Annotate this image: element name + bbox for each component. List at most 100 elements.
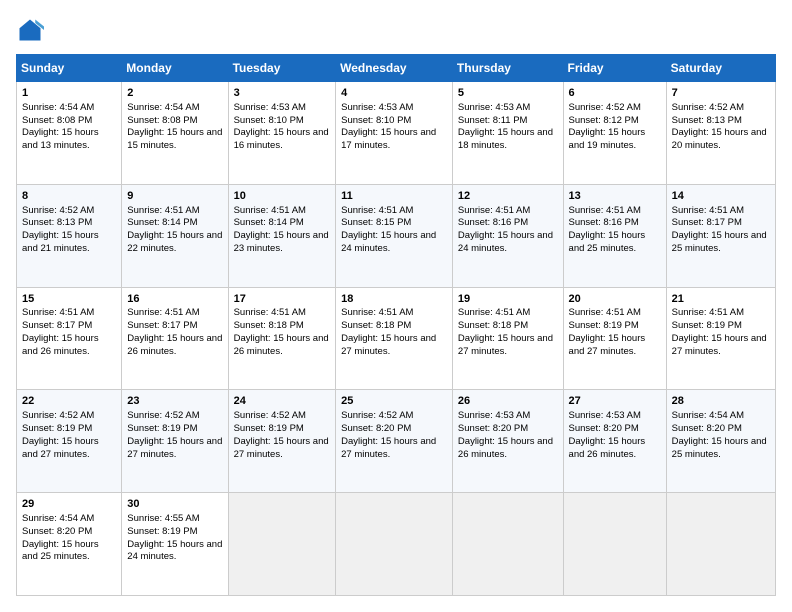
day-number: 5: [458, 86, 558, 101]
daylight: Daylight: 15 hours and 27 minutes.: [341, 436, 436, 460]
day-number: 1: [22, 86, 116, 101]
sunset: Sunset: 8:18 PM: [341, 320, 411, 331]
sunrise: Sunrise: 4:52 AM: [672, 102, 744, 113]
sunrise: Sunrise: 4:55 AM: [127, 513, 199, 524]
day-number: 26: [458, 394, 558, 409]
daylight: Daylight: 15 hours and 23 minutes.: [234, 230, 329, 254]
daylight: Daylight: 15 hours and 13 minutes.: [22, 127, 99, 151]
header: [16, 16, 776, 44]
day-number: 10: [234, 189, 331, 204]
day-number: 2: [127, 86, 222, 101]
sunrise: Sunrise: 4:54 AM: [127, 102, 199, 113]
calendar-table: SundayMondayTuesdayWednesdayThursdayFrid…: [16, 54, 776, 596]
day-number: 24: [234, 394, 331, 409]
sunrise: Sunrise: 4:51 AM: [234, 205, 306, 216]
col-header-saturday: Saturday: [666, 55, 775, 82]
calendar-cell: 19Sunrise: 4:51 AMSunset: 8:18 PMDayligh…: [452, 287, 563, 390]
col-header-tuesday: Tuesday: [228, 55, 336, 82]
calendar-cell: 14Sunrise: 4:51 AMSunset: 8:17 PMDayligh…: [666, 184, 775, 287]
day-number: 13: [569, 189, 661, 204]
sunrise: Sunrise: 4:52 AM: [22, 205, 94, 216]
calendar-cell: 4Sunrise: 4:53 AMSunset: 8:10 PMDaylight…: [336, 82, 453, 185]
sunrise: Sunrise: 4:53 AM: [341, 102, 413, 113]
col-header-sunday: Sunday: [17, 55, 122, 82]
sunrise: Sunrise: 4:52 AM: [234, 410, 306, 421]
daylight: Daylight: 15 hours and 24 minutes.: [127, 539, 222, 563]
sunrise: Sunrise: 4:53 AM: [569, 410, 641, 421]
daylight: Daylight: 15 hours and 26 minutes.: [234, 333, 329, 357]
calendar-cell: 29Sunrise: 4:54 AMSunset: 8:20 PMDayligh…: [17, 493, 122, 596]
daylight: Daylight: 15 hours and 27 minutes.: [458, 333, 553, 357]
daylight: Daylight: 15 hours and 19 minutes.: [569, 127, 646, 151]
day-number: 14: [672, 189, 770, 204]
day-number: 30: [127, 497, 222, 512]
calendar-cell: 9Sunrise: 4:51 AMSunset: 8:14 PMDaylight…: [122, 184, 228, 287]
sunset: Sunset: 8:19 PM: [569, 320, 639, 331]
calendar-cell: 2Sunrise: 4:54 AMSunset: 8:08 PMDaylight…: [122, 82, 228, 185]
day-number: 23: [127, 394, 222, 409]
day-number: 17: [234, 292, 331, 307]
calendar-cell: 11Sunrise: 4:51 AMSunset: 8:15 PMDayligh…: [336, 184, 453, 287]
col-header-monday: Monday: [122, 55, 228, 82]
col-header-thursday: Thursday: [452, 55, 563, 82]
sunrise: Sunrise: 4:53 AM: [234, 102, 306, 113]
daylight: Daylight: 15 hours and 26 minutes.: [127, 333, 222, 357]
day-number: 12: [458, 189, 558, 204]
logo-icon: [16, 16, 44, 44]
calendar-cell: 15Sunrise: 4:51 AMSunset: 8:17 PMDayligh…: [17, 287, 122, 390]
calendar-cell: 10Sunrise: 4:51 AMSunset: 8:14 PM Dayligh…: [228, 184, 336, 287]
day-number: 29: [22, 497, 116, 512]
sunrise: Sunrise: 4:51 AM: [341, 307, 413, 318]
sunset: Sunset: 8:13 PM: [672, 115, 742, 126]
calendar-cell: 6Sunrise: 4:52 AMSunset: 8:12 PMDaylight…: [563, 82, 666, 185]
sunrise: Sunrise: 4:51 AM: [127, 307, 199, 318]
calendar-cell: 13Sunrise: 4:51 AMSunset: 8:16 PM Dayligh…: [563, 184, 666, 287]
daylight: Daylight: 15 hours and 25 minutes.: [569, 230, 646, 254]
calendar-cell: 16Sunrise: 4:51 AMSunset: 8:17 PMDayligh…: [122, 287, 228, 390]
header-row: SundayMondayTuesdayWednesdayThursdayFrid…: [17, 55, 776, 82]
calendar-cell: [563, 493, 666, 596]
sunset: Sunset: 8:20 PM: [458, 423, 528, 434]
week-row-2: 8Sunrise: 4:52 AMSunset: 8:13 PMDaylight…: [17, 184, 776, 287]
day-number: 4: [341, 86, 447, 101]
sunset: Sunset: 8:20 PM: [569, 423, 639, 434]
daylight: Daylight: 15 hours and 26 minutes.: [22, 333, 99, 357]
day-number: 21: [672, 292, 770, 307]
day-number: 7: [672, 86, 770, 101]
daylight: Daylight: 15 hours and 27 minutes.: [341, 333, 436, 357]
day-number: 28: [672, 394, 770, 409]
daylight: Daylight: 15 hours and 27 minutes.: [22, 436, 99, 460]
sunrise: Sunrise: 4:51 AM: [22, 307, 94, 318]
sunset: Sunset: 8:19 PM: [22, 423, 92, 434]
sunrise: Sunrise: 4:54 AM: [672, 410, 744, 421]
sunset: Sunset: 8:14 PM: [127, 217, 197, 228]
calendar-cell: [666, 493, 775, 596]
daylight: Daylight: 15 hours and 27 minutes.: [234, 436, 329, 460]
sunset: Sunset: 8:14 PM: [234, 217, 304, 228]
calendar-cell: 28Sunrise: 4:54 AMSunset: 8:20 PMDayligh…: [666, 390, 775, 493]
daylight: Daylight: 15 hours and 24 minutes.: [341, 230, 436, 254]
sunset: Sunset: 8:20 PM: [22, 526, 92, 537]
sunset: Sunset: 8:16 PM: [569, 217, 639, 228]
sunrise: Sunrise: 4:51 AM: [569, 205, 641, 216]
daylight: Daylight: 15 hours and 25 minutes.: [672, 230, 767, 254]
week-row-3: 15Sunrise: 4:51 AMSunset: 8:17 PMDayligh…: [17, 287, 776, 390]
day-number: 6: [569, 86, 661, 101]
calendar-cell: 23Sunrise: 4:52 AMSunset: 8:19 PMDayligh…: [122, 390, 228, 493]
sunset: Sunset: 8:18 PM: [458, 320, 528, 331]
day-number: 9: [127, 189, 222, 204]
sunrise: Sunrise: 4:51 AM: [569, 307, 641, 318]
day-number: 20: [569, 292, 661, 307]
sunset: Sunset: 8:20 PM: [341, 423, 411, 434]
col-header-wednesday: Wednesday: [336, 55, 453, 82]
calendar-cell: 30Sunrise: 4:55 AMSunset: 8:19 PMDayligh…: [122, 493, 228, 596]
sunset: Sunset: 8:10 PM: [341, 115, 411, 126]
calendar-cell: 20Sunrise: 4:51 AMSunset: 8:19 PMDayligh…: [563, 287, 666, 390]
sunset: Sunset: 8:13 PM: [22, 217, 92, 228]
daylight: Daylight: 15 hours and 27 minutes.: [127, 436, 222, 460]
sunset: Sunset: 8:08 PM: [127, 115, 197, 126]
col-header-friday: Friday: [563, 55, 666, 82]
daylight: Daylight: 15 hours and 25 minutes.: [672, 436, 767, 460]
sunrise: Sunrise: 4:51 AM: [458, 205, 530, 216]
calendar-cell: [228, 493, 336, 596]
